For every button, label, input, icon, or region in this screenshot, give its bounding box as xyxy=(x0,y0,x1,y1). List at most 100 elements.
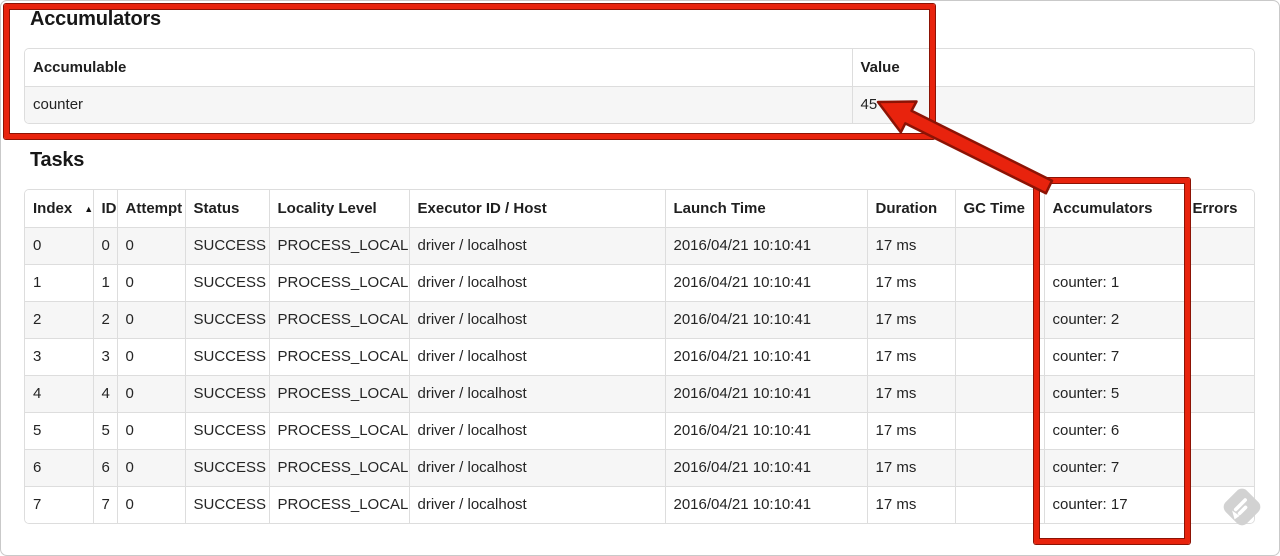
task-cell-locality-level: PROCESS_LOCAL xyxy=(268,411,409,449)
task-cell-launch-time: 2016/04/21 10:10:41 xyxy=(664,485,867,523)
task-cell-duration: 17 ms xyxy=(866,226,955,264)
task-cell-executor-id-host: driver / localhost xyxy=(408,448,665,486)
task-cell-accumulators: counter: 2 xyxy=(1043,300,1184,338)
accumulable-column-header: Accumulable xyxy=(25,49,852,86)
task-cell-accumulators: counter: 1 xyxy=(1043,263,1184,301)
accumulable-value-cell: 45 xyxy=(851,85,1254,123)
task-cell-status: SUCCESS xyxy=(184,485,269,523)
accumulators-header-row: Accumulable Value xyxy=(25,49,1254,86)
id-column-header[interactable]: ID xyxy=(92,190,117,227)
task-cell-errors xyxy=(1183,485,1254,523)
task-cell-duration: 17 ms xyxy=(866,337,955,375)
task-cell-status: SUCCESS xyxy=(184,226,269,264)
task-cell-id: 0 xyxy=(92,226,117,264)
task-cell-executor-id-host: driver / localhost xyxy=(408,263,665,301)
task-cell-duration: 17 ms xyxy=(866,411,955,449)
errors-column-header[interactable]: Errors xyxy=(1183,190,1254,227)
index-column-label: Index xyxy=(33,199,73,217)
task-cell-gc-time xyxy=(954,337,1044,375)
task-cell-id: 6 xyxy=(92,448,117,486)
task-cell-id: 7 xyxy=(92,485,117,523)
accumulators-table: Accumulable Value counter 45 xyxy=(24,48,1255,124)
accumulable-name-cell: counter xyxy=(25,85,852,123)
task-row: 4 4 0 SUCCESS PROCESS_LOCAL driver / localhos… xyxy=(25,374,1254,412)
task-cell-launch-time: 2016/04/21 10:10:41 xyxy=(664,374,867,412)
task-cell-errors xyxy=(1183,226,1254,264)
duration-column-header[interactable]: Duration xyxy=(866,190,955,227)
task-cell-gc-time xyxy=(954,374,1044,412)
task-cell-launch-time: 2016/04/21 10:10:41 xyxy=(664,337,867,375)
task-cell-gc-time xyxy=(954,485,1044,523)
task-cell-attempt: 0 xyxy=(116,374,185,412)
task-cell-executor-id-host: driver / localhost xyxy=(408,374,665,412)
task-cell-errors xyxy=(1183,448,1254,486)
task-cell-duration: 17 ms xyxy=(866,485,955,523)
task-cell-index: 0 xyxy=(25,226,93,264)
task-row: 5 5 0 SUCCESS PROCESS_LOCAL driver / localhos… xyxy=(25,411,1254,449)
task-cell-locality-level: PROCESS_LOCAL xyxy=(268,226,409,264)
task-cell-gc-time xyxy=(954,448,1044,486)
task-cell-id: 2 xyxy=(92,300,117,338)
executor-id-host-column-header[interactable]: Executor ID / Host xyxy=(408,190,665,227)
task-row: 2 2 0 SUCCESS PROCESS_LOCAL driver / localhos… xyxy=(25,300,1254,338)
task-cell-index: 5 xyxy=(25,411,93,449)
task-cell-launch-time: 2016/04/21 10:10:41 xyxy=(664,263,867,301)
index-column-header[interactable]: Index ▲ xyxy=(25,190,93,227)
task-cell-attempt: 0 xyxy=(116,300,185,338)
task-cell-index: 3 xyxy=(25,337,93,375)
task-cell-executor-id-host: driver / localhost xyxy=(408,411,665,449)
locality-level-column-header[interactable]: Locality Level xyxy=(268,190,409,227)
task-cell-index: 7 xyxy=(25,485,93,523)
task-cell-attempt: 0 xyxy=(116,411,185,449)
task-cell-accumulators: counter: 17 xyxy=(1043,485,1184,523)
task-cell-index: 1 xyxy=(25,263,93,301)
task-cell-executor-id-host: driver / localhost xyxy=(408,300,665,338)
gc-time-column-header[interactable]: GC Time xyxy=(954,190,1044,227)
task-row: 0 0 0 SUCCESS PROCESS_LOCAL driver / localhos… xyxy=(25,226,1254,264)
task-cell-executor-id-host: driver / localhost xyxy=(408,337,665,375)
task-cell-gc-time xyxy=(954,226,1044,264)
task-cell-index: 6 xyxy=(25,448,93,486)
task-cell-locality-level: PROCESS_LOCAL xyxy=(268,485,409,523)
task-cell-accumulators: counter: 6 xyxy=(1043,411,1184,449)
task-cell-launch-time: 2016/04/21 10:10:41 xyxy=(664,411,867,449)
task-cell-id: 1 xyxy=(92,263,117,301)
task-row: 6 6 0 SUCCESS PROCESS_LOCAL driver / localhos… xyxy=(25,448,1254,486)
task-cell-attempt: 0 xyxy=(116,263,185,301)
attempt-column-header[interactable]: Attempt xyxy=(116,190,185,227)
task-cell-attempt: 0 xyxy=(116,448,185,486)
task-cell-attempt: 0 xyxy=(116,485,185,523)
task-cell-launch-time: 2016/04/21 10:10:41 xyxy=(664,226,867,264)
task-cell-accumulators xyxy=(1043,226,1184,264)
task-cell-errors xyxy=(1183,411,1254,449)
task-row: 3 3 0 SUCCESS PROCESS_LOCAL driver / localhos… xyxy=(25,337,1254,375)
task-cell-id: 3 xyxy=(92,337,117,375)
task-row: 7 7 0 SUCCESS PROCESS_LOCAL driver / localhos… xyxy=(25,485,1254,523)
task-cell-accumulators: counter: 7 xyxy=(1043,337,1184,375)
tasks-table-body: 0 0 0 SUCCESS PROCESS_LOCAL driver / localhos… xyxy=(25,226,1254,523)
task-cell-duration: 17 ms xyxy=(866,448,955,486)
task-cell-status: SUCCESS xyxy=(184,448,269,486)
task-cell-index: 4 xyxy=(25,374,93,412)
accumulators-column-header[interactable]: Accumulators xyxy=(1043,190,1184,227)
task-cell-errors xyxy=(1183,300,1254,338)
task-cell-locality-level: PROCESS_LOCAL xyxy=(268,448,409,486)
task-cell-status: SUCCESS xyxy=(184,263,269,301)
task-cell-accumulators: counter: 5 xyxy=(1043,374,1184,412)
task-cell-id: 5 xyxy=(92,411,117,449)
task-cell-launch-time: 2016/04/21 10:10:41 xyxy=(664,300,867,338)
task-cell-errors xyxy=(1183,337,1254,375)
task-cell-locality-level: PROCESS_LOCAL xyxy=(268,263,409,301)
value-column-header: Value xyxy=(851,49,1254,86)
page-frame: Accumulators Accumulable Value counter 4… xyxy=(0,0,1280,556)
task-cell-status: SUCCESS xyxy=(184,337,269,375)
launch-time-column-header[interactable]: Launch Time xyxy=(664,190,867,227)
tasks-section-title: Tasks xyxy=(30,149,85,171)
task-cell-executor-id-host: driver / localhost xyxy=(408,485,665,523)
task-cell-duration: 17 ms xyxy=(866,300,955,338)
task-cell-executor-id-host: driver / localhost xyxy=(408,226,665,264)
task-cell-id: 4 xyxy=(92,374,117,412)
task-cell-attempt: 0 xyxy=(116,337,185,375)
accumulator-row: counter 45 xyxy=(25,85,1254,123)
status-column-header[interactable]: Status xyxy=(184,190,269,227)
